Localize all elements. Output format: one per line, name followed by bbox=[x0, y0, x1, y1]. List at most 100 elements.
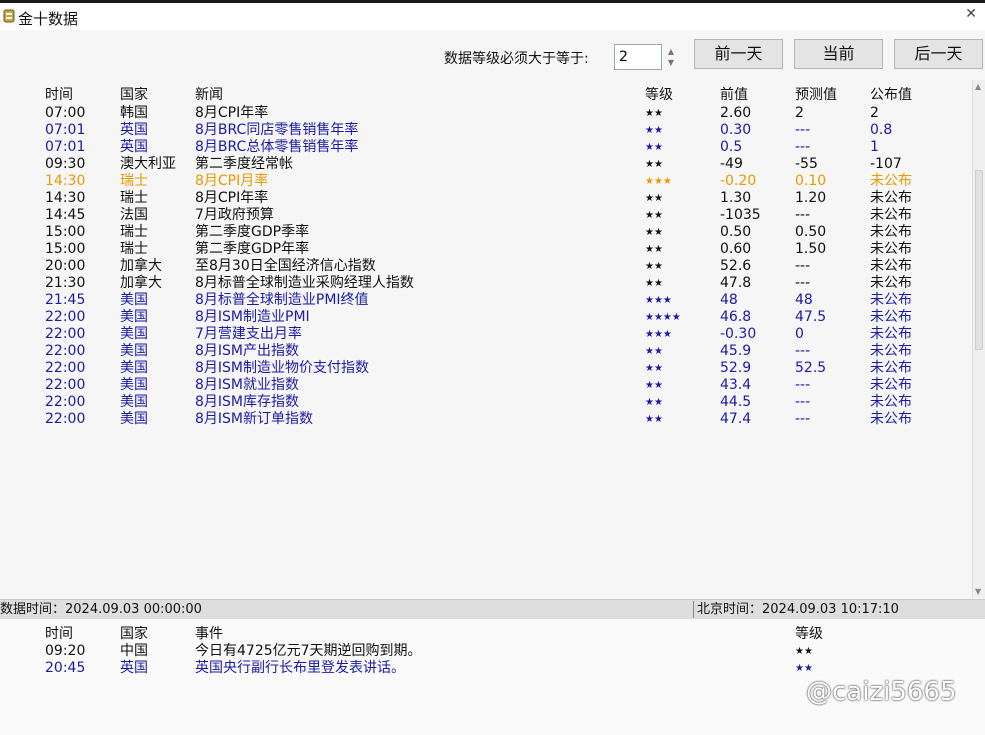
row-level-stars: ★★ bbox=[645, 108, 663, 119]
row-country: 瑞士 bbox=[120, 241, 148, 257]
row-forecast: 1.20 bbox=[795, 190, 827, 206]
app-logo-icon bbox=[3, 9, 15, 23]
table-row[interactable]: 22:00 美国 7月营建支出月率 ★★★ -0.30 0 未公布 bbox=[0, 326, 970, 343]
row-previous: -0.30 bbox=[720, 326, 757, 342]
row-news: 8月CPI年率 bbox=[195, 190, 269, 206]
status-divider bbox=[693, 601, 694, 618]
spin-up-icon[interactable]: ▲ bbox=[666, 46, 676, 57]
table-row[interactable]: 21:30 加拿大 8月标普全球制造业采购经理人指数 ★★ 47.8 --- 未公布 bbox=[0, 275, 970, 292]
row-news: 8月ISM库存指数 bbox=[195, 394, 300, 410]
row-forecast: --- bbox=[795, 139, 811, 155]
row-actual: 2 bbox=[870, 105, 879, 121]
row-news: 8月ISM产出指数 bbox=[195, 343, 300, 359]
row-actual: 未公布 bbox=[870, 411, 912, 427]
row-previous: 0.5 bbox=[720, 139, 743, 155]
table-row[interactable]: 07:01 英国 8月BRC总体零售销售年率 ★★ 0.5 --- 1 bbox=[0, 139, 970, 156]
row-country: 美国 bbox=[120, 411, 148, 427]
table-header: 时间 国家 新闻 等级 前值 预测值 公布值 bbox=[0, 87, 970, 104]
row-news: 8月BRC总体零售销售年率 bbox=[195, 139, 359, 155]
table-row[interactable]: 14:45 法国 7月政府预算 ★★ -1035 --- 未公布 bbox=[0, 207, 970, 224]
events-header: 时间 国家 事件 等级 bbox=[0, 626, 985, 643]
row-level-stars: ★★★ bbox=[645, 176, 672, 187]
row-forecast: 52.5 bbox=[795, 360, 827, 376]
row-country: 瑞士 bbox=[120, 190, 148, 206]
data-time: 数据时间：2024.09.03 00:00:00 bbox=[0, 602, 202, 617]
level-filter-label: 数据等级必须大于等于: bbox=[444, 51, 589, 67]
row-time: 14:30 bbox=[45, 173, 86, 189]
row-time: 21:45 bbox=[45, 292, 86, 308]
events-header-time: 时间 bbox=[45, 626, 73, 642]
event-row[interactable]: 20:45 英国 英国央行副行长布里登发表讲话。 ★★ bbox=[0, 660, 985, 677]
row-level-stars: ★★ bbox=[645, 210, 663, 221]
row-actual: 未公布 bbox=[870, 190, 912, 206]
scroll-down-icon[interactable]: ▼ bbox=[975, 587, 981, 596]
row-forecast: --- bbox=[795, 122, 811, 138]
header-country: 国家 bbox=[120, 87, 148, 103]
table-scrollbar[interactable]: ▲ ▼ bbox=[972, 80, 985, 598]
title-bar: 金十数据 ✕ bbox=[0, 0, 985, 30]
table-row[interactable]: 14:30 瑞士 8月CPI月率 ★★★ -0.20 0.10 未公布 bbox=[0, 173, 970, 190]
level-spinner[interactable]: ▲ ▼ bbox=[666, 46, 676, 68]
row-forecast: --- bbox=[795, 258, 811, 274]
row-country: 美国 bbox=[120, 360, 148, 376]
events-header-level: 等级 bbox=[795, 626, 823, 642]
table-row[interactable]: 22:00 美国 8月ISM产出指数 ★★ 45.9 --- 未公布 bbox=[0, 343, 970, 360]
table-row[interactable]: 14:30 瑞士 8月CPI年率 ★★ 1.30 1.20 未公布 bbox=[0, 190, 970, 207]
level-filter-input[interactable] bbox=[614, 44, 662, 70]
header-time: 时间 bbox=[45, 87, 73, 103]
prev-day-button[interactable]: 前一天 bbox=[694, 39, 783, 69]
event-row[interactable]: 09:20 中国 今日有4725亿元7天期逆回购到期。 ★★ bbox=[0, 643, 985, 660]
spin-down-icon[interactable]: ▼ bbox=[666, 57, 676, 68]
row-actual: 未公布 bbox=[870, 241, 912, 257]
table-row[interactable]: 21:45 美国 8月标普全球制造业PMI终值 ★★★ 48 48 未公布 bbox=[0, 292, 970, 309]
row-previous: 0.30 bbox=[720, 122, 752, 138]
row-actual: 未公布 bbox=[870, 326, 912, 342]
table-row[interactable]: 07:00 韩国 8月CPI年率 ★★ 2.60 2 2 bbox=[0, 105, 970, 122]
row-forecast: 1.50 bbox=[795, 241, 827, 257]
row-actual: 未公布 bbox=[870, 258, 912, 274]
row-time: 14:30 bbox=[45, 190, 86, 206]
row-previous: -49 bbox=[720, 156, 743, 172]
row-previous: 52.6 bbox=[720, 258, 752, 274]
row-news: 8月ISM就业指数 bbox=[195, 377, 300, 393]
row-previous: 2.60 bbox=[720, 105, 752, 121]
row-time: 07:00 bbox=[45, 105, 86, 121]
close-icon[interactable]: ✕ bbox=[965, 6, 977, 22]
row-news: 第二季度GDP年率 bbox=[195, 241, 310, 257]
row-level-stars: ★★ bbox=[645, 397, 663, 408]
row-level-stars: ★★ bbox=[645, 227, 663, 238]
table-row[interactable]: 22:00 美国 8月ISM制造业物价支付指数 ★★ 52.9 52.5 未公布 bbox=[0, 360, 970, 377]
table-row[interactable]: 22:00 美国 8月ISM库存指数 ★★ 44.5 --- 未公布 bbox=[0, 394, 970, 411]
today-button[interactable]: 当前 bbox=[794, 39, 883, 69]
row-forecast: --- bbox=[795, 275, 811, 291]
window-title: 金十数据 bbox=[18, 10, 79, 28]
table-row[interactable]: 20:00 加拿大 至8月30日全国经济信心指数 ★★ 52.6 --- 未公布 bbox=[0, 258, 970, 275]
table-row[interactable]: 15:00 瑞士 第二季度GDP季率 ★★ 0.50 0.50 未公布 bbox=[0, 224, 970, 241]
row-time: 22:00 bbox=[45, 360, 86, 376]
row-time: 14:45 bbox=[45, 207, 86, 223]
row-previous: 47.4 bbox=[720, 411, 752, 427]
row-level-stars: ★★ bbox=[645, 125, 663, 136]
scroll-thumb[interactable] bbox=[975, 170, 983, 350]
row-previous: 0.60 bbox=[720, 241, 752, 257]
row-news: 第二季度经常帐 bbox=[195, 156, 293, 172]
row-forecast: --- bbox=[795, 394, 811, 410]
table-row[interactable]: 22:00 美国 8月ISM新订单指数 ★★ 47.4 --- 未公布 bbox=[0, 411, 970, 428]
table-row[interactable]: 15:00 瑞士 第二季度GDP年率 ★★ 0.60 1.50 未公布 bbox=[0, 241, 970, 258]
row-actual: -107 bbox=[870, 156, 902, 172]
row-news: 8月标普全球制造业PMI终值 bbox=[195, 292, 369, 308]
scroll-up-icon[interactable]: ▲ bbox=[975, 82, 981, 91]
table-row[interactable]: 22:00 美国 8月ISM就业指数 ★★ 43.4 --- 未公布 bbox=[0, 377, 970, 394]
row-country: 美国 bbox=[120, 326, 148, 342]
table-row[interactable]: 07:01 英国 8月BRC同店零售销售年率 ★★ 0.30 --- 0.8 bbox=[0, 122, 970, 139]
row-forecast: 0.50 bbox=[795, 224, 827, 240]
next-day-button[interactable]: 后一天 bbox=[894, 39, 983, 69]
table-row[interactable]: 22:00 美国 8月ISM制造业PMI ★★★★ 46.8 47.5 未公布 bbox=[0, 309, 970, 326]
row-forecast: 2 bbox=[795, 105, 804, 121]
row-level-stars: ★★ bbox=[645, 346, 663, 357]
event-country: 英国 bbox=[120, 660, 148, 676]
row-forecast: --- bbox=[795, 411, 811, 427]
row-country: 英国 bbox=[120, 139, 148, 155]
row-news: 8月ISM制造业PMI bbox=[195, 309, 310, 325]
table-row[interactable]: 09:30 澳大利亚 第二季度经常帐 ★★ -49 -55 -107 bbox=[0, 156, 970, 173]
